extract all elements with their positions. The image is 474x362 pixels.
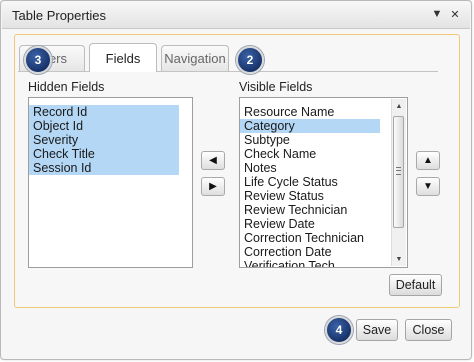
scroll-down-arrow-icon[interactable]: ▼ bbox=[392, 252, 406, 266]
dropdown-arrow-icon[interactable]: ▼ bbox=[430, 7, 444, 21]
list-item[interactable]: Review Technician bbox=[240, 203, 407, 217]
list-item[interactable]: Category bbox=[240, 119, 380, 133]
arrow-down-icon: ▼ bbox=[423, 181, 433, 192]
list-item[interactable]: Correction Technician bbox=[240, 231, 407, 245]
save-button[interactable]: Save bbox=[356, 319, 398, 341]
grip-icon bbox=[396, 167, 401, 175]
visible-fields-items: Resource Name Category Subtype Check Name No… bbox=[240, 105, 407, 267]
title-bar: Table Properties ▼ ✕ bbox=[2, 2, 470, 29]
save-button-label: Save bbox=[362, 323, 392, 337]
tab-fields[interactable]: Fields bbox=[89, 43, 157, 72]
list-item[interactable]: Check Title bbox=[29, 147, 179, 161]
tab-navigation-label: Navigation bbox=[164, 51, 226, 66]
arrow-right-icon: ▶ bbox=[209, 181, 217, 192]
list-item[interactable]: Record Id bbox=[29, 105, 179, 119]
list-item[interactable]: Check Name bbox=[240, 147, 407, 161]
default-button[interactable]: Default bbox=[389, 274, 442, 296]
move-up-button[interactable]: ▲ bbox=[416, 151, 440, 170]
dialog-title: Table Properties bbox=[12, 8, 106, 23]
list-item[interactable]: Object Id bbox=[29, 119, 179, 133]
default-button-label: Default bbox=[395, 278, 436, 292]
close-icon[interactable]: ✕ bbox=[448, 7, 462, 21]
list-item[interactable]: Subtype bbox=[240, 133, 407, 147]
tab-fields-label: Fields bbox=[105, 50, 141, 66]
list-item[interactable]: Review Status bbox=[240, 189, 407, 203]
visible-fields-label: Visible Fields bbox=[239, 80, 313, 94]
tab-navigation[interactable]: Navigation bbox=[161, 45, 229, 71]
list-item[interactable]: Notes bbox=[240, 161, 407, 175]
hidden-fields-items: Record Id Object Id Severity Check Title Ses… bbox=[29, 105, 192, 175]
hidden-fields-label: Hidden Fields bbox=[28, 80, 105, 94]
tab-strip: ers Fields Navigation bbox=[19, 43, 439, 72]
scroll-up-arrow-icon[interactable]: ▲ bbox=[392, 99, 406, 113]
arrow-left-icon: ◀ bbox=[209, 155, 217, 166]
list-item[interactable]: Verification Tech bbox=[240, 259, 407, 267]
scroll-thumb[interactable] bbox=[393, 116, 404, 228]
list-item[interactable]: Session Id bbox=[29, 161, 179, 175]
move-to-hidden-button[interactable]: ◀ bbox=[201, 151, 225, 170]
callout-badge-2: 2 bbox=[236, 46, 264, 74]
list-item[interactable]: Severity bbox=[29, 133, 179, 147]
callout-badge-4: 4 bbox=[325, 316, 353, 344]
move-to-visible-button[interactable]: ▶ bbox=[201, 177, 225, 196]
close-button[interactable]: Close bbox=[405, 319, 452, 341]
list-item[interactable]: Review Date bbox=[240, 217, 407, 231]
callout-badge-3: 3 bbox=[24, 46, 52, 74]
list-item[interactable]: Life Cycle Status bbox=[240, 175, 407, 189]
arrow-up-icon: ▲ bbox=[423, 155, 433, 166]
close-button-label: Close bbox=[412, 323, 445, 337]
tab-divider bbox=[18, 71, 438, 72]
list-item[interactable]: Resource Name bbox=[240, 105, 407, 119]
visible-fields-scrollbar[interactable]: ▲ ▼ bbox=[391, 99, 406, 266]
list-item[interactable]: Correction Date bbox=[240, 245, 407, 259]
visible-fields-list[interactable]: Resource Name Category Subtype Check Name No… bbox=[239, 97, 408, 268]
hidden-fields-list[interactable]: Record Id Object Id Severity Check Title Ses… bbox=[28, 97, 193, 268]
move-down-button[interactable]: ▼ bbox=[416, 177, 440, 196]
